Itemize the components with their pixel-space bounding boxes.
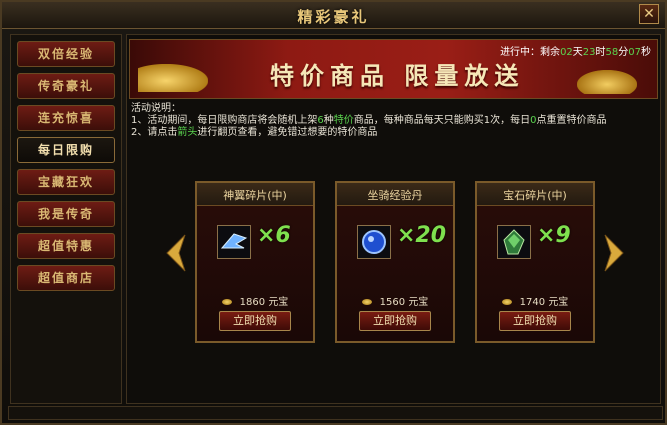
description-title: 活动说明： bbox=[131, 103, 181, 114]
ingot-icon bbox=[501, 299, 512, 305]
title-bar: 精彩豪礼 ✕ bbox=[2, 2, 665, 29]
price-currency: 元宝 bbox=[268, 297, 289, 308]
price-row: 1560 元宝 bbox=[337, 293, 453, 308]
product-quantity: ×9 bbox=[537, 223, 571, 248]
window-title: 精彩豪礼 bbox=[297, 8, 370, 26]
ingot-icon bbox=[221, 299, 232, 305]
prev-page-arrow-icon[interactable] bbox=[165, 233, 187, 273]
description-line-1: 1、活动期间，每日限购商店将会随机上架6种特价商品，每种商品每天只能购买1次，每… bbox=[131, 115, 607, 126]
price-currency: 元宝 bbox=[408, 297, 429, 308]
banner-headline: 特价商品 限量放送 bbox=[270, 62, 525, 90]
sidebar-item-i-am-legend[interactable]: 我是传奇 bbox=[17, 201, 115, 227]
price-value: 1740 bbox=[519, 297, 546, 308]
product-name: 神翼碎片(中) bbox=[223, 189, 287, 202]
sidebar-item-recharge-surprise[interactable]: 连充惊喜 bbox=[17, 105, 115, 131]
close-button[interactable]: ✕ bbox=[639, 4, 659, 24]
buy-now-button[interactable]: 立即抢购 bbox=[359, 311, 431, 331]
sidebar-item-legend-gift[interactable]: 传奇豪礼 bbox=[17, 73, 115, 99]
event-description: 活动说明： 1、活动期间，每日限购商店将会随机上架6种特价商品，每种商品每天只能… bbox=[131, 103, 651, 139]
product-quantity: ×20 bbox=[397, 223, 447, 248]
price-value: 1560 bbox=[379, 297, 406, 308]
promo-banner: 特价商品 限量放送 进行中：剩余02天23时58分07秒 bbox=[129, 39, 658, 99]
product-name: 坐骑经验丹 bbox=[367, 189, 423, 202]
event-window: 精彩豪礼 ✕ 双倍经验 传奇豪礼 连充惊喜 每日限购 宝藏狂欢 我是传奇 超值特… bbox=[0, 0, 667, 425]
gold-coins-decoration bbox=[577, 70, 637, 94]
price-value: 1860 bbox=[239, 297, 266, 308]
main-panel: 特价商品 限量放送 进行中：剩余02天23时58分07秒 活动说明： 1、活动期… bbox=[126, 34, 661, 404]
product-name: 宝石碎片(中) bbox=[503, 189, 567, 202]
gem-shard-icon[interactable] bbox=[497, 225, 531, 259]
next-page-arrow-icon[interactable] bbox=[603, 233, 625, 273]
product-card: 宝石碎片(中) ×9 1740 元宝 立即抢购 bbox=[475, 181, 595, 343]
buy-now-button[interactable]: 立即抢购 bbox=[219, 311, 291, 331]
price-currency: 元宝 bbox=[548, 297, 569, 308]
price-row: 1860 元宝 bbox=[197, 293, 313, 308]
mount-exp-pill-icon[interactable] bbox=[357, 225, 391, 259]
countdown-timer: 进行中：剩余02天23时58分07秒 bbox=[500, 47, 651, 58]
product-card: 神翼碎片(中) ×6 1860 元宝 立即抢购 bbox=[195, 181, 315, 343]
price-row: 1740 元宝 bbox=[477, 293, 593, 308]
close-icon: ✕ bbox=[643, 6, 655, 22]
bottom-bar bbox=[8, 406, 663, 420]
product-card-header: 宝石碎片(中) bbox=[477, 183, 593, 206]
sidebar-item-daily-limit[interactable]: 每日限购 bbox=[17, 137, 115, 163]
wing-shard-icon[interactable] bbox=[217, 225, 251, 259]
sidebar-item-double-exp[interactable]: 双倍经验 bbox=[17, 41, 115, 67]
sidebar: 双倍经验 传奇豪礼 连充惊喜 每日限购 宝藏狂欢 我是传奇 超值特惠 超值商店 bbox=[10, 34, 122, 404]
sidebar-item-value-shop[interactable]: 超值商店 bbox=[17, 265, 115, 291]
product-card-header: 坐骑经验丹 bbox=[337, 183, 453, 206]
product-card-header: 神翼碎片(中) bbox=[197, 183, 313, 206]
buy-now-button[interactable]: 立即抢购 bbox=[499, 311, 571, 331]
sidebar-item-treasure-carnival[interactable]: 宝藏狂欢 bbox=[17, 169, 115, 195]
product-card: 坐骑经验丹 ×20 1560 元宝 立即抢购 bbox=[335, 181, 455, 343]
product-quantity: ×6 bbox=[257, 223, 291, 248]
ingot-icon bbox=[361, 299, 372, 305]
description-line-2: 2、请点击箭头进行翻页查看，避免错过想要的特价商品 bbox=[131, 127, 378, 138]
gold-ingots-decoration bbox=[138, 64, 208, 92]
sidebar-item-value-deals[interactable]: 超值特惠 bbox=[17, 233, 115, 259]
